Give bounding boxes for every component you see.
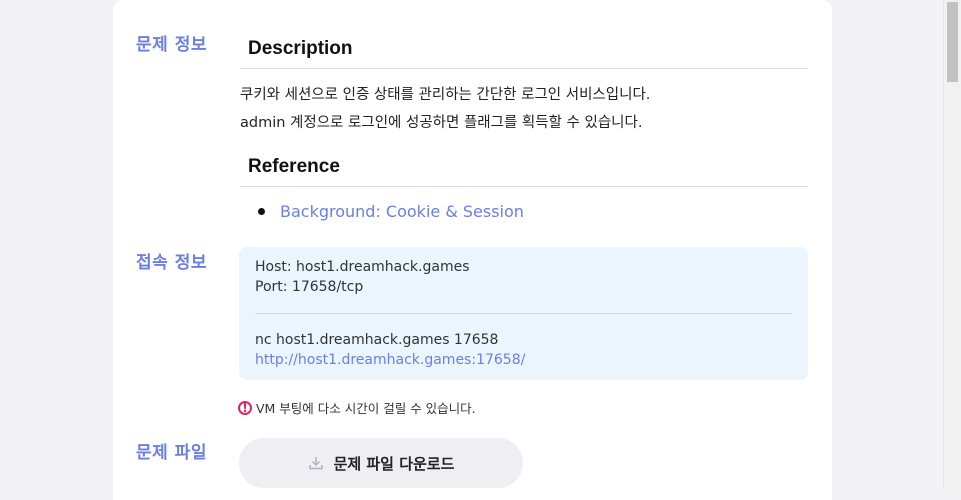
reference-list: Background: Cookie & Session: [258, 202, 524, 221]
section-label-info: 문제 정보: [136, 35, 207, 55]
exclamation-circle-icon: !: [238, 400, 252, 415]
section-label-file: 문제 파일: [136, 443, 207, 463]
nc-command: nc host1.dreamhack.games 17658: [255, 332, 499, 348]
connection-info-box: Host: host1.dreamhack.games Port: 17658/…: [239, 247, 808, 380]
section-label-connection: 접속 정보: [136, 253, 207, 273]
download-file-button[interactable]: 문제 파일 다운로드: [239, 438, 523, 488]
vm-warning-text: VM 부팅에 다소 시간이 걸릴 수 있습니다.: [256, 401, 476, 416]
host-text: Host: host1.dreamhack.games: [255, 259, 470, 275]
download-button-label: 문제 파일 다운로드: [333, 454, 455, 473]
reference-link[interactable]: Background: Cookie & Session: [258, 202, 524, 221]
connection-url-link[interactable]: http://host1.dreamhack.games:17658/: [255, 350, 792, 370]
description-heading: Description: [240, 38, 808, 69]
scrollbar-thumb[interactable]: [947, 2, 958, 82]
download-icon: [308, 457, 323, 470]
reference-heading: Reference: [240, 156, 808, 187]
page-scrollbar[interactable]: [943, 0, 961, 488]
port-text: Port: 17658/tcp: [255, 279, 364, 295]
description-line-2: admin 계정으로 로그인에 성공하면 플래그를 획득할 수 있습니다.: [240, 115, 643, 131]
bullet: [258, 208, 265, 215]
divider: [255, 313, 792, 314]
reference-link-label[interactable]: Background: Cookie & Session: [280, 202, 524, 221]
description-line-1: 쿠키와 세션으로 인증 상태를 관리하는 간단한 로그인 서비스입니다.: [240, 87, 651, 103]
vm-warning: ! VM 부팅에 다소 시간이 걸릴 수 있습니다.: [238, 398, 476, 417]
